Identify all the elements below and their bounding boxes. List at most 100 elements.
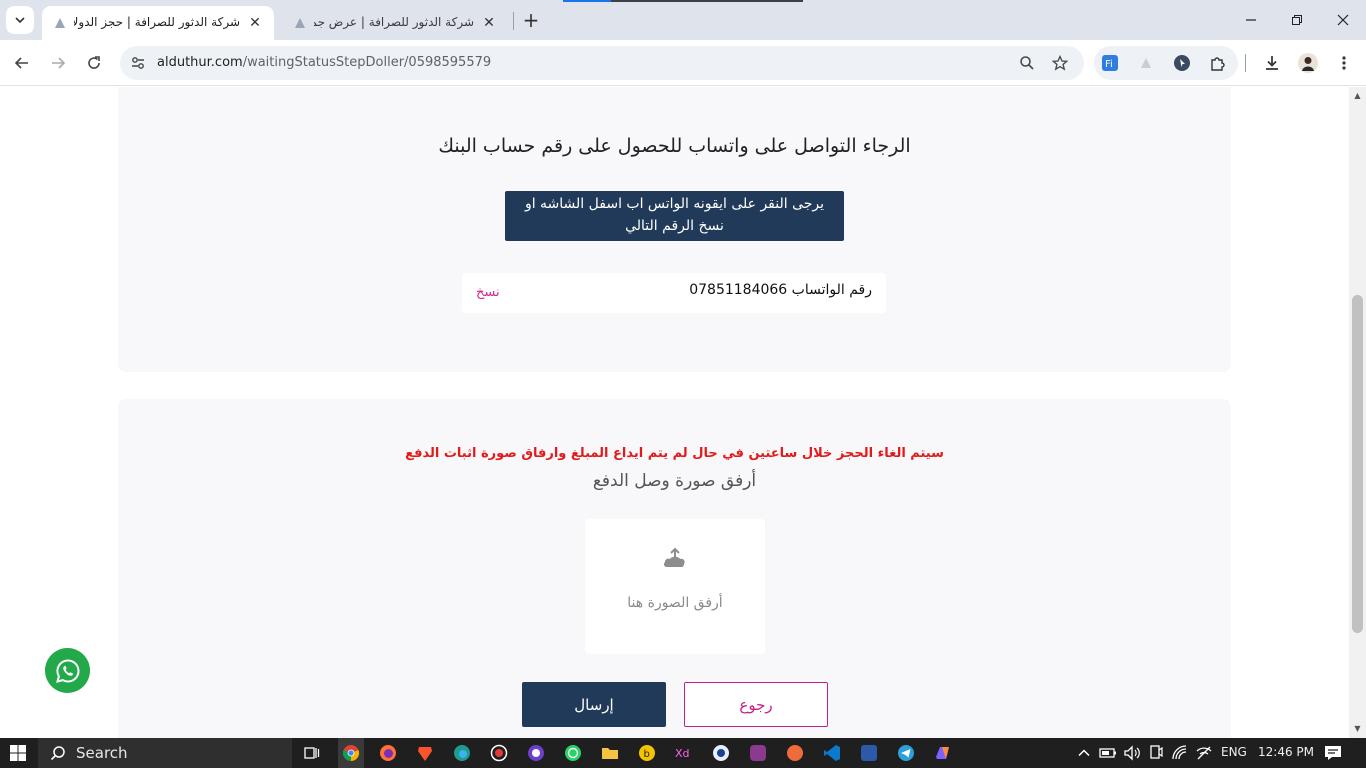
- camera-icon[interactable]: [1146, 743, 1166, 763]
- back-page-button[interactable]: رجوع: [684, 682, 828, 727]
- minimize-button[interactable]: [1228, 0, 1274, 40]
- taskbar-search-box[interactable]: Search: [38, 738, 292, 768]
- cursor-extension-icon[interactable]: [1172, 53, 1192, 73]
- address-bar[interactable]: alduthur.com/waitingStatusStepDoller/059…: [120, 46, 1084, 80]
- adobe-xd-icon[interactable]: Xd: [674, 743, 694, 763]
- bing-app-icon[interactable]: b: [637, 743, 657, 763]
- language-indicator[interactable]: ENG: [1221, 745, 1247, 759]
- upload-cloud-icon: [663, 547, 685, 567]
- menu-button[interactable]: [1330, 49, 1358, 77]
- windows-taskbar: Search b Xd ENG 12:46 PM: [0, 738, 1366, 768]
- vscode-icon[interactable]: [822, 743, 842, 763]
- search-icon: [50, 746, 65, 761]
- close-icon[interactable]: ✕: [246, 14, 264, 32]
- contact-card: الرجاء التواصل على واتساب للحصول على رقم…: [118, 87, 1231, 372]
- close-icon[interactable]: ✕: [480, 14, 498, 32]
- attach-receipt-label: أرفق صورة وصل الدفع: [592, 471, 757, 491]
- close-window-button[interactable]: [1320, 0, 1366, 40]
- screen-recorder-icon[interactable]: [489, 743, 509, 763]
- site-info-icon[interactable]: [129, 54, 147, 72]
- download-icon: [1266, 56, 1278, 70]
- profile-avatar[interactable]: [1294, 49, 1322, 77]
- extensions-group: Fi: [1094, 46, 1238, 80]
- scroll-thumb[interactable]: [1352, 295, 1363, 633]
- firefox-icon[interactable]: [378, 743, 398, 763]
- whatsapp-float-button[interactable]: [45, 648, 90, 693]
- reload-button[interactable]: [80, 49, 108, 77]
- battery-icon[interactable]: [1098, 743, 1118, 763]
- downloads-button[interactable]: [1258, 49, 1286, 77]
- app-icon-blue[interactable]: [711, 743, 731, 763]
- taskbar-search-label: Search: [76, 744, 128, 762]
- new-tab-button[interactable]: +: [519, 8, 543, 32]
- page-viewport: الرجاء التواصل على واتساب للحصول على رقم…: [0, 87, 1349, 738]
- tab-title: شركة الدثور للصرافة | حجز الدولار: [74, 15, 240, 29]
- forward-button[interactable]: [44, 49, 72, 77]
- instruction-note: يرجى النقر على ايقونه الواتس اب اسفل الش…: [505, 191, 844, 241]
- browser-toolbar: alduthur.com/waitingStatusStepDoller/059…: [0, 40, 1366, 86]
- contact-heading: الرجاء التواصل على واتساب للحصول على رقم…: [438, 135, 911, 157]
- app-icon-orange[interactable]: [785, 743, 805, 763]
- puzzle-extensions-icon[interactable]: [1208, 53, 1228, 73]
- upload-hint: أرفق الصورة هنا: [627, 595, 723, 611]
- url-text[interactable]: alduthur.com/waitingStatusStepDoller/059…: [157, 55, 491, 70]
- copy-number-link[interactable]: نسخ: [476, 285, 500, 300]
- site-favicon-icon: [55, 18, 65, 28]
- file-explorer-icon[interactable]: [600, 743, 620, 763]
- tab-bar: شركة الدثور للصرافة | حجز الدولار ✕ شركة…: [0, 0, 1366, 40]
- cancellation-warning: سيتم الغاء الحجز خلال ساعتين في حال لم ي…: [405, 446, 944, 461]
- whatsapp-icon: [55, 658, 79, 683]
- tab-inactive[interactable]: شركة الدثور للصرافة | عرض جميع ✕: [282, 6, 508, 40]
- svg-text:Xd: Xd: [675, 747, 690, 760]
- whatsapp-number: رقم الواتساب 07851184066: [689, 282, 872, 298]
- arrow-left-icon: [14, 57, 28, 69]
- submit-button[interactable]: إرسال: [522, 682, 666, 727]
- restore-button[interactable]: [1274, 0, 1320, 40]
- url-path: /waitingStatusStepDoller/0598595579: [242, 55, 492, 70]
- whatsapp-app-icon[interactable]: [563, 743, 583, 763]
- back-button[interactable]: [8, 49, 36, 77]
- minimize-icon: [1246, 19, 1256, 21]
- chevron-up-icon[interactable]: [1074, 743, 1094, 763]
- toolbar-separator: [1245, 54, 1246, 72]
- notifications-icon[interactable]: [1323, 743, 1343, 763]
- arrow-right-icon: [52, 57, 66, 69]
- scroll-down-icon[interactable]: ▼: [1353, 724, 1362, 733]
- wifi-icon[interactable]: [1170, 743, 1190, 763]
- app-icon-frame[interactable]: [859, 743, 879, 763]
- bookmark-star-icon[interactable]: [1050, 53, 1070, 73]
- brave-icon[interactable]: [415, 743, 435, 763]
- telegram-icon[interactable]: [896, 743, 916, 763]
- url-host: alduthur.com: [157, 55, 243, 70]
- page-scrollbar[interactable]: ▲ ▼: [1349, 87, 1366, 738]
- payment-proof-card: سيتم الغاء الحجز خلال ساعتين في حال لم ي…: [118, 399, 1231, 738]
- task-view-icon[interactable]: [302, 743, 322, 763]
- windows-start-icon[interactable]: [10, 745, 26, 761]
- copilot-icon[interactable]: [933, 743, 953, 763]
- tab-strip-indicator: [563, 0, 803, 2]
- whatsapp-number-row: رقم الواتساب 07851184066 نسخ: [462, 273, 886, 313]
- svg-text:Fi: Fi: [1105, 59, 1113, 70]
- svg-text:b: b: [644, 749, 650, 760]
- extension-triangle-icon[interactable]: [1136, 53, 1156, 73]
- volume-icon[interactable]: [1122, 743, 1142, 763]
- tab-separator: [513, 12, 514, 30]
- network-off-icon[interactable]: [1194, 743, 1214, 763]
- scroll-up-icon[interactable]: ▲: [1353, 91, 1362, 100]
- app-icon-purple[interactable]: [748, 743, 768, 763]
- close-icon: [1337, 14, 1349, 26]
- translate-extension-icon[interactable]: Fi: [1100, 53, 1120, 73]
- edge-icon[interactable]: [452, 743, 472, 763]
- chrome-icon[interactable]: [341, 743, 361, 763]
- clock[interactable]: 12:46 PM: [1258, 745, 1314, 759]
- more-vertical-icon: [1342, 56, 1346, 70]
- tab-search-button[interactable]: [6, 6, 34, 34]
- chevron-down-icon: [15, 17, 25, 24]
- image-upload-dropzone[interactable]: أرفق الصورة هنا: [585, 519, 765, 654]
- github-desktop-icon[interactable]: [526, 743, 546, 763]
- restore-icon: [1292, 15, 1302, 25]
- reload-icon: [88, 56, 100, 69]
- zoom-icon[interactable]: [1017, 53, 1037, 73]
- avatar-icon: [1298, 53, 1318, 73]
- tab-active[interactable]: شركة الدثور للصرافة | حجز الدولار ✕: [42, 6, 274, 40]
